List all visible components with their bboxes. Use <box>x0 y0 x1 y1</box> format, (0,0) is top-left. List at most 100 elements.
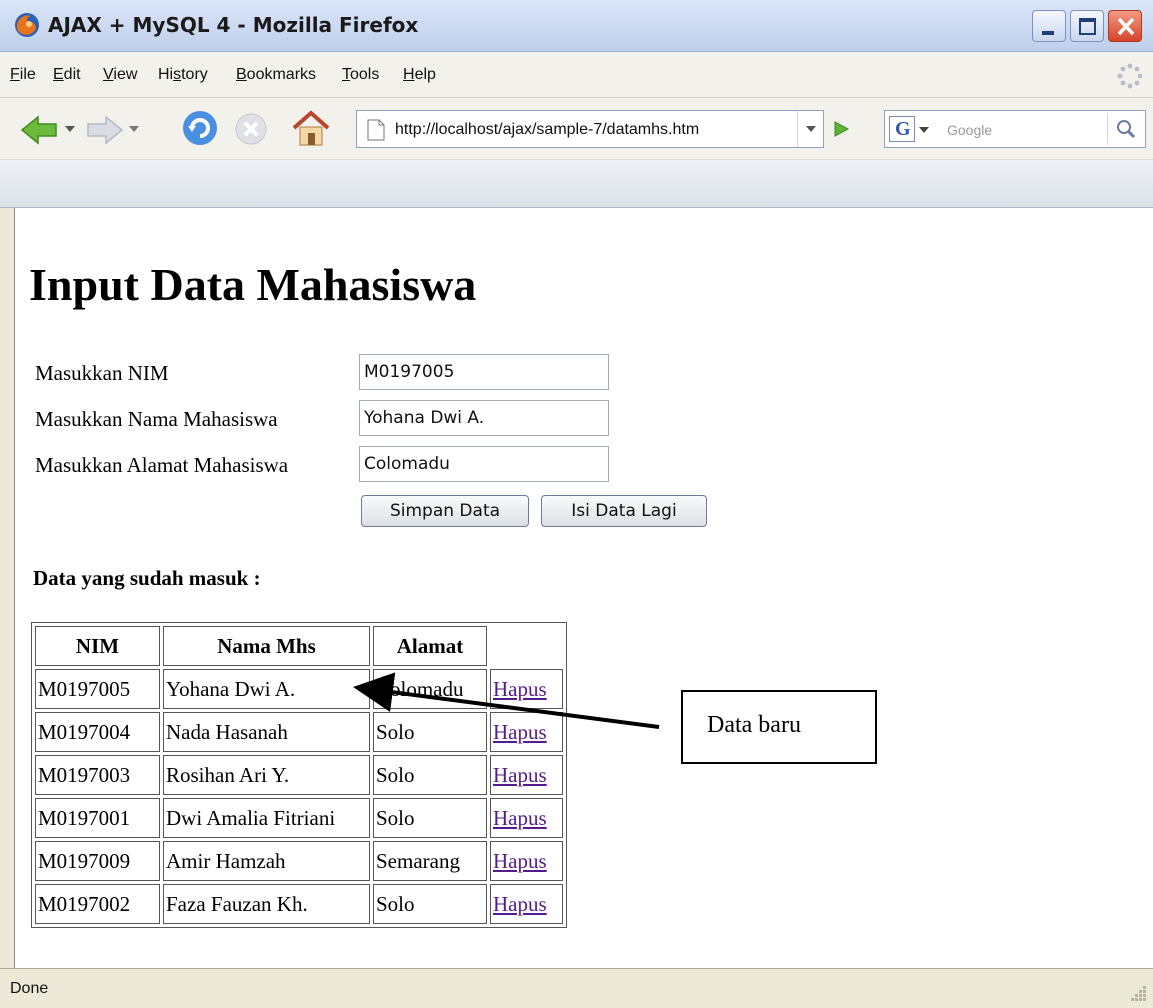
forward-arrow-icon[interactable] <box>84 114 124 146</box>
cell-alamat: Solo <box>373 884 487 924</box>
cell-alamat: Solo <box>373 755 487 795</box>
menu-file-label: ile <box>19 66 36 83</box>
status-bar: Done <box>0 968 1153 1008</box>
menu-edit[interactable]: Edit <box>53 66 81 84</box>
cell-nama: Rosihan Ari Y. <box>163 755 370 795</box>
cell-nim: M0197001 <box>35 798 160 838</box>
google-engine-icon[interactable]: G <box>889 116 915 142</box>
minimize-icon <box>1042 31 1054 35</box>
stop-icon[interactable] <box>234 112 268 146</box>
bookmarks-toolbar <box>0 160 1153 208</box>
maximize-button[interactable] <box>1070 10 1104 42</box>
home-icon[interactable] <box>290 108 332 148</box>
simpan-data-button[interactable]: Simpan Data <box>361 495 529 527</box>
search-placeholder: Google <box>947 122 993 138</box>
cell-nama: Amir Hamzah <box>163 841 370 881</box>
nim-field[interactable]: M0197005 <box>359 354 609 390</box>
page-icon <box>367 119 385 141</box>
menu-file[interactable]: File <box>10 66 36 84</box>
data-list-heading: Data yang sudah masuk : <box>33 566 261 590</box>
menu-bookmarks-accel: B <box>236 66 247 83</box>
hapus-link[interactable]: Hapus <box>493 892 547 916</box>
forward-dropdown-icon[interactable] <box>128 124 140 134</box>
cell-alamat: Solo <box>373 712 487 752</box>
cell-nim: M0197003 <box>35 755 160 795</box>
search-button[interactable] <box>1107 113 1143 145</box>
magnifier-icon <box>1117 120 1136 139</box>
menu-bookmarks[interactable]: Bookmarks <box>236 66 316 84</box>
menu-help-label: elp <box>414 66 436 83</box>
isi-data-lagi-button[interactable]: Isi Data Lagi <box>541 495 707 527</box>
table-row: M0197001 Dwi Amalia Fitriani Solo Hapus <box>35 798 563 838</box>
close-icon <box>1117 17 1135 36</box>
url-bar[interactable]: http://localhost/ajax/sample-7/datamhs.h… <box>356 110 824 148</box>
firefox-logo-icon <box>15 13 39 37</box>
go-arrow-icon[interactable] <box>832 120 850 138</box>
url-text: http://localhost/ajax/sample-7/datamhs.h… <box>395 121 700 138</box>
hapus-link[interactable]: Hapus <box>493 849 547 873</box>
back-dropdown-icon[interactable] <box>64 124 76 134</box>
alamat-label: Masukkan Alamat Mahasiswa <box>35 453 289 477</box>
nama-label: Masukkan Nama Mahasiswa <box>35 407 278 431</box>
title-bar[interactable]: AJAX + MySQL 4 - Mozilla Firefox <box>0 0 1153 52</box>
cell-nama: Faza Fauzan Kh. <box>163 884 370 924</box>
search-box[interactable]: G Google <box>884 110 1146 148</box>
hapus-link[interactable]: Hapus <box>493 677 547 701</box>
engine-dropdown-icon[interactable] <box>919 126 929 134</box>
cell-action: Hapus <box>490 755 563 795</box>
hapus-link[interactable]: Hapus <box>493 720 547 744</box>
cell-nama: Nada Hasanah <box>163 712 370 752</box>
hapus-link[interactable]: Hapus <box>493 763 547 787</box>
menu-file-accel: F <box>10 66 20 83</box>
browser-window: AJAX + MySQL 4 - Mozilla Firefox File Ed… <box>0 0 1153 1008</box>
maximize-icon <box>1079 18 1096 35</box>
menu-edit-label: dit <box>63 66 81 83</box>
header-nim: NIM <box>35 626 160 666</box>
nama-field[interactable]: Yohana Dwi A. <box>359 400 609 436</box>
data-baru-callout: Data baru <box>681 690 877 764</box>
cell-alamat: Semarang <box>373 841 487 881</box>
cell-nim: M0197002 <box>35 884 160 924</box>
cell-nama: Dwi Amalia Fitriani <box>163 798 370 838</box>
menu-history-label: tory <box>181 66 208 83</box>
table-row: M0197002 Faza Fauzan Kh. Solo Hapus <box>35 884 563 924</box>
cell-action: Hapus <box>490 798 563 838</box>
menu-tools-accel: T <box>342 66 350 83</box>
back-arrow-icon[interactable] <box>20 114 60 146</box>
table-header-row: NIM Nama Mhs Alamat <box>35 626 563 666</box>
cell-action: Hapus <box>490 712 563 752</box>
menu-tools[interactable]: Tools <box>342 66 379 84</box>
menu-view-label: iew <box>113 66 138 83</box>
url-history-dropdown[interactable] <box>797 111 823 147</box>
menu-history[interactable]: History <box>158 66 208 84</box>
menu-help[interactable]: Help <box>403 66 436 84</box>
cell-action: Hapus <box>490 669 563 709</box>
close-button[interactable] <box>1108 10 1142 42</box>
table-row: M0197003 Rosihan Ari Y. Solo Hapus <box>35 755 563 795</box>
header-nama: Nama Mhs <box>163 626 370 666</box>
menu-tools-label: ools <box>350 66 380 83</box>
callout-text: Data baru <box>707 712 801 738</box>
table-row: M0197005 Yohana Dwi A. Colomadu Hapus <box>35 669 563 709</box>
page-title: Input Data Mahasiswa <box>29 259 477 310</box>
table-row: M0197009 Amir Hamzah Semarang Hapus <box>35 841 563 881</box>
cell-nama: Yohana Dwi A. <box>163 669 370 709</box>
table-row: M0197004 Nada Hasanah Solo Hapus <box>35 712 563 752</box>
cell-alamat: Solo <box>373 798 487 838</box>
menu-history-pre: Hi <box>158 66 174 83</box>
chevron-down-icon <box>806 126 816 132</box>
hapus-link[interactable]: Hapus <box>493 806 547 830</box>
resize-grip-icon[interactable] <box>1126 981 1148 1003</box>
reload-icon[interactable] <box>180 108 220 148</box>
menu-history-accel: s <box>173 66 182 83</box>
cell-nim: M0197005 <box>35 669 160 709</box>
throbber-icon <box>1117 63 1143 89</box>
cell-alamat: Colomadu <box>373 669 487 709</box>
page-content: Input Data Mahasiswa Masukkan NIM M01970… <box>14 208 1153 968</box>
menu-edit-accel: E <box>53 66 64 83</box>
minimize-button[interactable] <box>1032 10 1066 42</box>
alamat-field[interactable]: Colomadu <box>359 446 609 482</box>
menu-bar: File Edit View History Bookmarks Tools H… <box>0 52 1153 98</box>
menu-view[interactable]: View <box>103 66 137 84</box>
search-engine-letter: G <box>895 118 911 140</box>
